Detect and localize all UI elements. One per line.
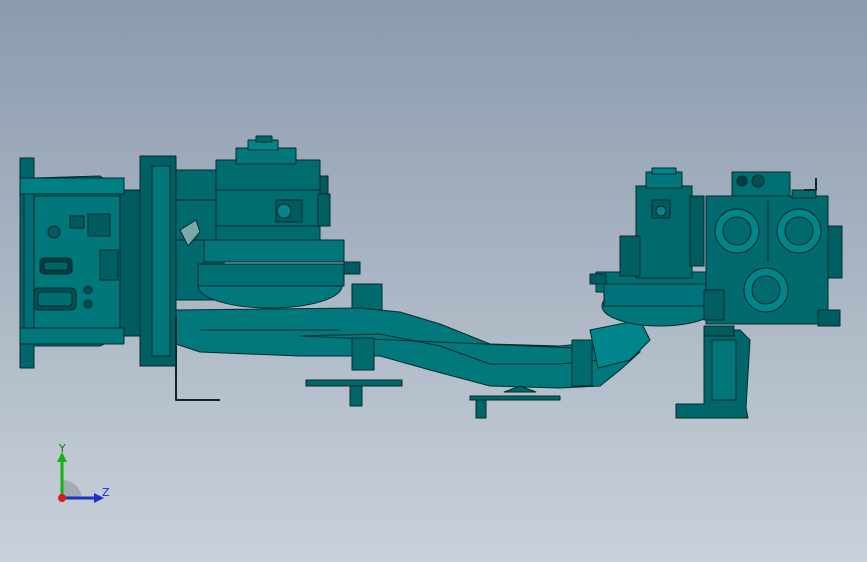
- right-motor[interactable]: [619, 167, 705, 279]
- x-axis-origin-icon: [58, 494, 66, 502]
- right-mount-leg[interactable]: [675, 325, 751, 419]
- right-gear-cluster[interactable]: [703, 171, 843, 327]
- cad-model[interactable]: [0, 0, 867, 562]
- axle-beam[interactable]: [175, 307, 651, 389]
- orientation-triad: Y Z: [48, 440, 118, 510]
- left-flange-housing[interactable]: [19, 157, 141, 369]
- triad-arc-icon: [62, 479, 82, 498]
- left-hub[interactable]: [197, 261, 383, 311]
- left-gearbox[interactable]: [203, 135, 345, 263]
- graphics-viewport[interactable]: Y Z: [0, 0, 867, 562]
- y-axis-label: Y: [59, 442, 66, 455]
- right-hub[interactable]: [589, 271, 719, 327]
- z-axis-label: Z: [102, 486, 110, 499]
